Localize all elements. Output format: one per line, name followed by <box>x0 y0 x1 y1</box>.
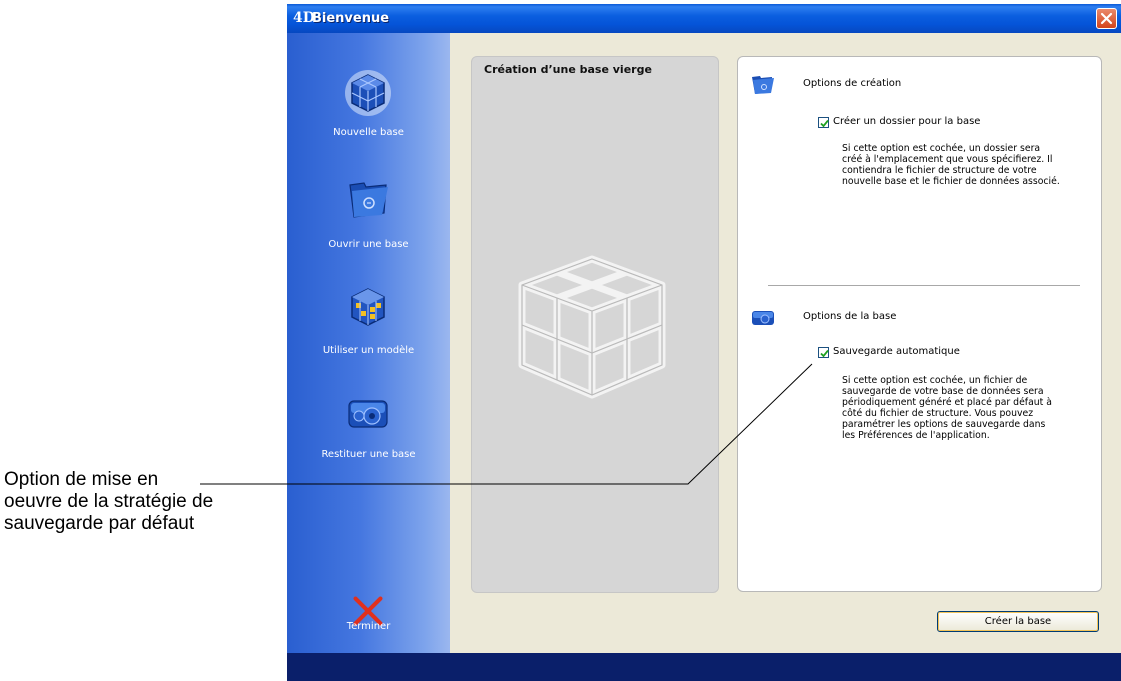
database-options-icon <box>752 311 774 325</box>
description-line: nouvelle base et le fichier de données a… <box>842 176 1060 187</box>
preview-panel: Création d’une base vierge <box>471 56 719 593</box>
description-line: paramétrer les options de sauvegarde dan… <box>842 419 1046 430</box>
checkbox-label: Sauvegarde automatique <box>833 346 960 357</box>
window-title: Bienvenue <box>312 11 390 26</box>
sidebar-item-label: Restituer une base <box>321 449 416 460</box>
sidebar-item-use-template[interactable]: Utiliser un modèle <box>287 281 450 361</box>
checkbox-box[interactable] <box>818 347 829 358</box>
description-line: contiendra le fichier de structure de vo… <box>842 165 1037 176</box>
sidebar-item-label: Terminer <box>346 621 391 632</box>
sidebar-item-label: Nouvelle base <box>333 127 404 138</box>
open-folder-icon <box>752 76 774 94</box>
description-line: les Préférences de l'application. <box>842 430 990 441</box>
database-options-heading: Options de la base <box>803 311 897 322</box>
template-cube-icon <box>351 288 385 326</box>
sidebar-item-label: Utiliser un modèle <box>322 345 415 356</box>
auto-backup-description: Si cette option est cochée, un fichier d… <box>842 375 1052 441</box>
sidebar-item-open-database[interactable]: Ouvrir une base <box>287 173 450 253</box>
checkmark-icon <box>820 119 829 128</box>
sidebar-item-quit[interactable]: Terminer <box>287 593 450 653</box>
create-folder-description: Si cette option est cochée, un dossier s… <box>842 143 1060 187</box>
callout-annotation: Option de mise en oeuvre de la stratégie… <box>4 469 284 535</box>
description-line: Si cette option est cochée, un dossier s… <box>842 143 1041 154</box>
new-database-cube-icon <box>345 70 391 116</box>
bottom-bar <box>287 653 1121 681</box>
callout-line-3: sauvegarde par défaut <box>4 513 195 534</box>
create-database-button[interactable]: Créer la base <box>937 611 1099 632</box>
close-button[interactable] <box>1096 8 1117 29</box>
description-line: Si cette option est cochée, un fichier d… <box>842 375 1028 386</box>
preview-title: Création d’une base vierge <box>484 63 652 76</box>
title-bar[interactable]: 4D Bienvenue <box>287 4 1121 33</box>
description-line: sauvegarde de votre base de données sera <box>842 386 1044 397</box>
sidebar-item-restore-database[interactable]: Restituer une base <box>287 387 450 467</box>
sidebar-item-new-database[interactable]: Nouvelle base <box>287 67 450 147</box>
wireframe-cube-image <box>518 255 666 399</box>
description-line: côté du fichier de structure. Vous pouve… <box>842 408 1034 419</box>
restore-disk-icon <box>348 400 388 428</box>
description-line: créé à l'emplacement que vous spécifiere… <box>842 154 1053 165</box>
callout-line-1: Option de mise en <box>4 469 159 490</box>
creation-options-heading: Options de création <box>803 78 902 89</box>
welcome-window: 4D Bienvenue Nouvelle base Ouvrir une ba… <box>287 4 1121 681</box>
close-icon <box>1100 12 1113 25</box>
description-line: périodiquement généré et placé par défau… <box>842 397 1052 408</box>
checkbox-label: Créer un dossier pour la base <box>833 116 981 127</box>
options-panel: Options de création Créer un dossier pou… <box>737 56 1102 592</box>
checkbox-box[interactable] <box>818 117 829 128</box>
checkmark-icon <box>820 349 829 358</box>
open-folder-icon <box>349 182 388 218</box>
callout-line-2: oeuvre de la stratégie de <box>4 491 214 512</box>
section-divider <box>768 285 1080 286</box>
sidebar-item-label: Ouvrir une base <box>328 239 409 250</box>
sidebar: Nouvelle base Ouvrir une base Utiliser u… <box>287 33 450 653</box>
